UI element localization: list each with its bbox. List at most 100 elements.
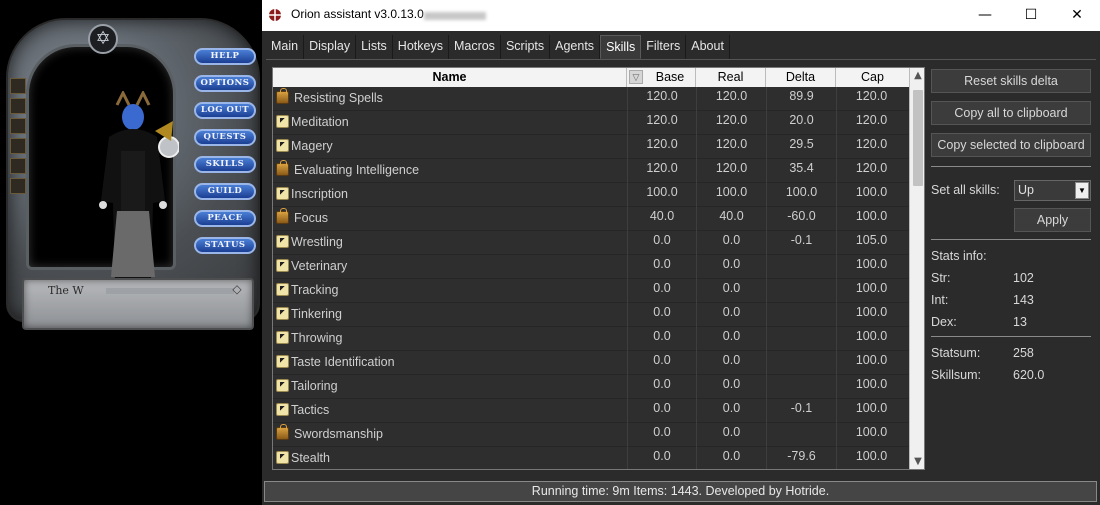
set-all-skills-dropdown[interactable]: Up ▼ <box>1014 180 1091 201</box>
skill-base-cell: 40.0 <box>627 207 696 231</box>
table-row[interactable]: Meditation 120.0 120.0 20.0 120.0 <box>273 111 909 135</box>
table-row[interactable]: Veterinary 0.0 0.0 100.0 <box>273 255 909 279</box>
table-row[interactable]: Tactics 0.0 0.0 -0.1 100.0 <box>273 399 909 423</box>
scrollbar-thumb[interactable] <box>913 90 923 186</box>
table-row[interactable]: Resisting Spells 120.0 120.0 89.9 120.0 <box>273 87 909 111</box>
arrow-up-icon[interactable] <box>276 187 289 200</box>
scroll-arrow-icon[interactable]: ◇ <box>228 282 246 296</box>
arrow-up-icon[interactable] <box>276 259 289 272</box>
tab-about[interactable]: About <box>686 35 730 59</box>
table-row[interactable]: Throwing 0.0 0.0 100.0 <box>273 327 909 351</box>
tab-hotkeys[interactable]: Hotkeys <box>393 35 449 59</box>
skill-real-cell: 40.0 <box>696 207 766 231</box>
skill-real-cell: 0.0 <box>696 375 766 399</box>
str-label: Str: <box>931 271 951 285</box>
lock-icon[interactable] <box>276 160 289 176</box>
scroll-up-icon[interactable]: ▲ <box>910 68 924 84</box>
skillsum-value: 620.0 <box>1013 368 1045 382</box>
character-figure <box>99 91 179 281</box>
table-row[interactable]: Focus 40.0 40.0 -60.0 100.0 <box>273 207 909 231</box>
column-header-cap[interactable]: Cap <box>836 68 909 87</box>
column-header-delta[interactable]: Delta <box>766 68 836 87</box>
arrow-up-icon[interactable] <box>276 235 289 248</box>
divider <box>931 239 1091 240</box>
status-button[interactable]: STATUS <box>194 237 256 254</box>
skill-cap-cell: 105.0 <box>836 231 906 255</box>
help-button[interactable]: HELP <box>194 48 256 65</box>
arrow-up-icon[interactable] <box>276 355 289 368</box>
arrow-up-icon[interactable] <box>276 379 289 392</box>
reset-skills-delta-button[interactable]: Reset skills delta <box>931 69 1091 93</box>
arrow-up-icon[interactable] <box>276 403 289 416</box>
skill-real-cell: 100.0 <box>696 183 766 207</box>
scroll-down-icon[interactable]: ▼ <box>910 454 924 469</box>
character-portrait[interactable] <box>26 44 179 281</box>
equipment-slot[interactable] <box>10 178 26 194</box>
table-row[interactable]: Wrestling 0.0 0.0 -0.1 105.0 <box>273 231 909 255</box>
tab-scripts[interactable]: Scripts <box>501 35 551 59</box>
table-row[interactable]: Magery 120.0 120.0 29.5 120.0 <box>273 135 909 159</box>
dex-value: 13 <box>1013 315 1027 329</box>
arrow-up-icon[interactable] <box>276 139 289 152</box>
table-row[interactable]: Tracking 0.0 0.0 100.0 <box>273 279 909 303</box>
table-row[interactable]: Stealth 0.0 0.0 -79.6 100.0 <box>273 447 909 469</box>
tab-skills[interactable]: Skills <box>600 35 642 59</box>
equipment-slot[interactable] <box>10 98 26 114</box>
equipment-slot[interactable] <box>10 138 26 154</box>
options-button[interactable]: OPTIONS <box>194 75 256 92</box>
tab-bar: Main Display Lists Hotkeys Macros Script… <box>266 35 730 59</box>
table-header: Name ▽ Base Real Delta Cap <box>273 68 909 87</box>
statsum-label: Statsum: <box>931 346 981 360</box>
table-row[interactable]: Inscription 100.0 100.0 100.0 100.0 <box>273 183 909 207</box>
lock-icon[interactable] <box>276 208 289 224</box>
guild-button[interactable]: GUILD <box>194 183 256 200</box>
equipment-slot[interactable] <box>10 78 26 94</box>
tab-agents[interactable]: Agents <box>550 35 601 59</box>
tab-display[interactable]: Display <box>304 35 357 59</box>
arrow-up-icon[interactable] <box>276 283 289 296</box>
skill-delta-cell <box>766 375 836 399</box>
tab-macros[interactable]: Macros <box>449 35 501 59</box>
apply-button[interactable]: Apply <box>1014 208 1091 232</box>
peace-button[interactable]: PEACE <box>194 210 256 227</box>
table-body: Resisting Spells 120.0 120.0 89.9 120.0 Medit… <box>273 87 909 469</box>
close-button[interactable]: ✕ <box>1054 0 1100 31</box>
table-row[interactable]: Taste Identification 0.0 0.0 100.0 <box>273 351 909 375</box>
tab-filters[interactable]: Filters <box>641 35 687 59</box>
arrow-up-icon[interactable] <box>276 331 289 344</box>
equipment-slot[interactable] <box>10 158 26 174</box>
tab-lists[interactable]: Lists <box>356 35 393 59</box>
vertical-scrollbar[interactable]: ▲ ▼ <box>909 68 924 469</box>
column-header-base[interactable]: Base <box>645 68 696 87</box>
table-row[interactable]: Tailoring 0.0 0.0 100.0 <box>273 375 909 399</box>
skill-real-cell: 0.0 <box>696 255 766 279</box>
divider <box>931 166 1091 167</box>
tab-main[interactable]: Main <box>266 35 305 59</box>
skill-delta-cell: 35.4 <box>766 159 836 183</box>
table-row[interactable]: Swordsmanship 0.0 0.0 100.0 <box>273 423 909 447</box>
skill-name: Wrestling <box>291 235 343 249</box>
copy-all-button[interactable]: Copy all to clipboard <box>931 101 1091 125</box>
skills-table: Name ▽ Base Real Delta Cap Resisting Spe… <box>272 67 925 470</box>
logout-button[interactable]: LOG OUT <box>194 102 256 119</box>
column-header-real[interactable]: Real <box>696 68 766 87</box>
quests-button[interactable]: QUESTS <box>194 129 256 146</box>
column-header-name[interactable]: Name <box>273 68 627 87</box>
copy-selected-button[interactable]: Copy selected to clipboard <box>931 133 1091 157</box>
skills-button[interactable]: SKILLS <box>194 156 256 173</box>
arrow-up-icon[interactable] <box>276 307 289 320</box>
title-bar[interactable]: Orion assistant v3.0.13.0 - — ☐ ✕ <box>262 0 1100 31</box>
lock-icon[interactable] <box>276 424 289 440</box>
minimize-button[interactable]: — <box>962 0 1008 31</box>
table-row[interactable]: Evaluating Intelligence 120.0 120.0 35.4 120… <box>273 159 909 183</box>
skill-base-cell: 120.0 <box>627 87 696 111</box>
lock-icon[interactable] <box>276 88 289 104</box>
equipment-slot[interactable] <box>10 118 26 134</box>
table-row[interactable]: Tinkering 0.0 0.0 100.0 <box>273 303 909 327</box>
skill-name: Swordsmanship <box>294 427 383 441</box>
skill-base-cell: 0.0 <box>627 399 696 423</box>
arrow-up-icon[interactable] <box>276 115 289 128</box>
maximize-button[interactable]: ☐ <box>1008 0 1054 31</box>
arrow-up-icon[interactable] <box>276 451 289 464</box>
sort-arrow-icon[interactable]: ▽ <box>629 70 643 84</box>
